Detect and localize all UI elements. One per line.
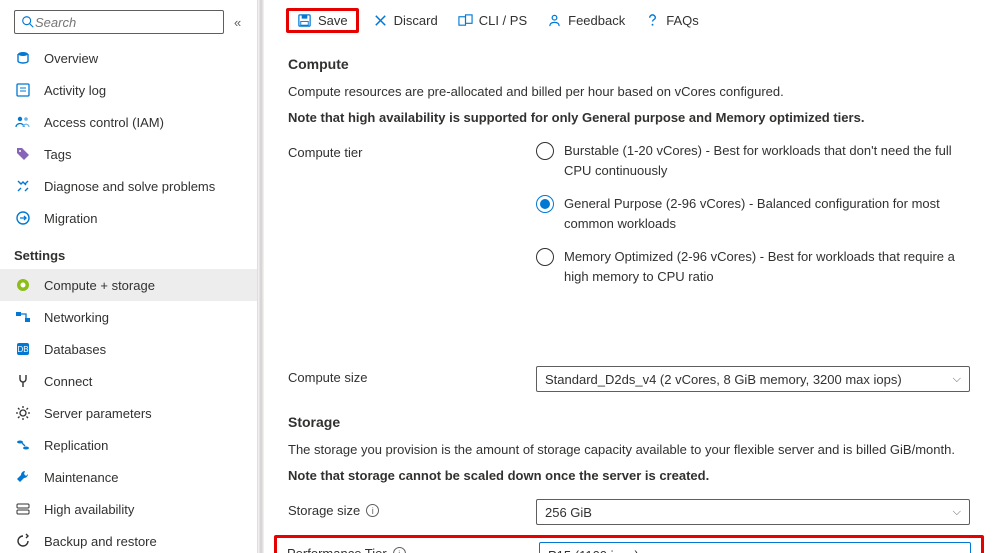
performance-tier-label: Performance Tier i	[287, 542, 539, 553]
compute-storage-icon	[14, 276, 32, 294]
sidebar-item-networking[interactable]: Networking	[0, 301, 257, 333]
chevron-down-icon: ⌵	[954, 549, 962, 553]
sidebar-item-compute-storage[interactable]: Compute + storage	[0, 269, 257, 301]
compute-note: Note that high availability is supported…	[288, 108, 970, 128]
search-icon	[21, 15, 35, 29]
overview-icon	[14, 49, 32, 67]
compute-title: Compute	[288, 56, 970, 72]
help-icon	[645, 13, 660, 28]
compute-size-dropdown[interactable]: Standard_D2ds_v4 (2 vCores, 8 GiB memory…	[536, 366, 970, 392]
sidebar-item-tags[interactable]: Tags	[0, 138, 257, 170]
sidebar-section-settings: Settings	[0, 234, 257, 269]
save-icon	[297, 13, 312, 28]
backup-restore-icon	[14, 532, 32, 550]
save-button[interactable]: Save	[286, 8, 359, 33]
sidebar-item-access-control[interactable]: Access control (IAM)	[0, 106, 257, 138]
connect-icon	[14, 372, 32, 390]
cli-icon	[458, 13, 473, 28]
sidebar-item-databases[interactable]: DB Databases	[0, 333, 257, 365]
sidebar-item-label: Maintenance	[44, 470, 118, 485]
migration-icon	[14, 209, 32, 227]
info-icon[interactable]: i	[366, 504, 379, 517]
cli-ps-button[interactable]: CLI / PS	[450, 9, 535, 32]
sidebar-item-label: Migration	[44, 211, 97, 226]
sidebar-item-label: Diagnose and solve problems	[44, 179, 215, 194]
sidebar-item-label: Replication	[44, 438, 108, 453]
sidebar-item-activity-log[interactable]: Activity log	[0, 74, 257, 106]
storage-note: Note that storage cannot be scaled down …	[288, 466, 970, 486]
sidebar-item-label: Networking	[44, 310, 109, 325]
compute-size-label: Compute size	[288, 366, 536, 385]
storage-title: Storage	[288, 414, 970, 430]
sidebar-item-replication[interactable]: Replication	[0, 429, 257, 461]
sidebar-item-label: Backup and restore	[44, 534, 157, 549]
compute-desc: Compute resources are pre-allocated and …	[288, 82, 970, 102]
discard-icon	[373, 13, 388, 28]
split-handle[interactable]	[258, 0, 264, 553]
sidebar-item-migration[interactable]: Migration	[0, 202, 257, 234]
info-icon[interactable]: i	[393, 547, 406, 553]
compute-tier-radio-group: Burstable (1-20 vCores) - Best for workl…	[536, 141, 970, 286]
performance-tier-dropdown[interactable]: P15 (1100 iops) ⌵	[539, 542, 971, 553]
feedback-icon	[547, 13, 562, 28]
networking-icon	[14, 308, 32, 326]
sidebar-item-diagnose[interactable]: Diagnose and solve problems	[0, 170, 257, 202]
main-content: Compute Compute resources are pre-alloca…	[258, 42, 1000, 553]
sidebar-item-label: Tags	[44, 147, 71, 162]
high-availability-icon	[14, 500, 32, 518]
sidebar-item-label: Databases	[44, 342, 106, 357]
sidebar-item-label: Overview	[44, 51, 98, 66]
replication-icon	[14, 436, 32, 454]
performance-tier-highlight: Performance Tier i P15 (1100 iops) ⌵	[274, 535, 984, 553]
sidebar-item-label: Connect	[44, 374, 92, 389]
compute-tier-label: Compute tier	[288, 141, 536, 160]
svg-text:DB: DB	[17, 345, 28, 354]
tags-icon	[14, 145, 32, 163]
server-parameters-icon	[14, 404, 32, 422]
sidebar-item-overview[interactable]: Overview	[0, 42, 257, 74]
storage-desc: The storage you provision is the amount …	[288, 440, 970, 460]
search-input[interactable]	[35, 15, 217, 30]
compute-tier-general-purpose[interactable]: General Purpose (2-96 vCores) - Balanced…	[536, 194, 970, 233]
databases-icon: DB	[14, 340, 32, 358]
sidebar-item-label: Activity log	[44, 83, 106, 98]
radio-icon	[536, 142, 554, 160]
sidebar-item-label: High availability	[44, 502, 134, 517]
sidebar-collapse-btn[interactable]: «	[234, 15, 241, 30]
faqs-button[interactable]: FAQs	[637, 9, 707, 32]
sidebar-item-maintenance[interactable]: Maintenance	[0, 461, 257, 493]
sidebar-item-backup-restore[interactable]: Backup and restore	[0, 525, 257, 553]
sidebar-item-label: Server parameters	[44, 406, 152, 421]
storage-size-dropdown[interactable]: 256 GiB ⌵	[536, 499, 970, 525]
sidebar-item-connect[interactable]: Connect	[0, 365, 257, 397]
storage-size-label: Storage size i	[288, 499, 536, 518]
feedback-button[interactable]: Feedback	[539, 9, 633, 32]
sidebar-item-label: Compute + storage	[44, 278, 155, 293]
chevron-down-icon: ⌵	[953, 506, 961, 519]
discard-button[interactable]: Discard	[365, 9, 446, 32]
diagnose-icon	[14, 177, 32, 195]
radio-icon	[536, 248, 554, 266]
sidebar-item-label: Access control (IAM)	[44, 115, 164, 130]
compute-tier-burstable[interactable]: Burstable (1-20 vCores) - Best for workl…	[536, 141, 970, 180]
activity-log-icon	[14, 81, 32, 99]
sidebar-item-server-parameters[interactable]: Server parameters	[0, 397, 257, 429]
sidebar: « Overview Activity log Access control (…	[0, 0, 258, 553]
radio-icon	[536, 195, 554, 213]
access-control-icon	[14, 113, 32, 131]
search-box[interactable]	[14, 10, 224, 34]
toolbar: Save Discard CLI / PS Feedback FAQs	[258, 0, 1000, 42]
sidebar-item-high-availability[interactable]: High availability	[0, 493, 257, 525]
chevron-down-icon: ⌵	[953, 373, 961, 386]
compute-tier-memory-optimized[interactable]: Memory Optimized (2-96 vCores) - Best fo…	[536, 247, 970, 286]
maintenance-icon	[14, 468, 32, 486]
